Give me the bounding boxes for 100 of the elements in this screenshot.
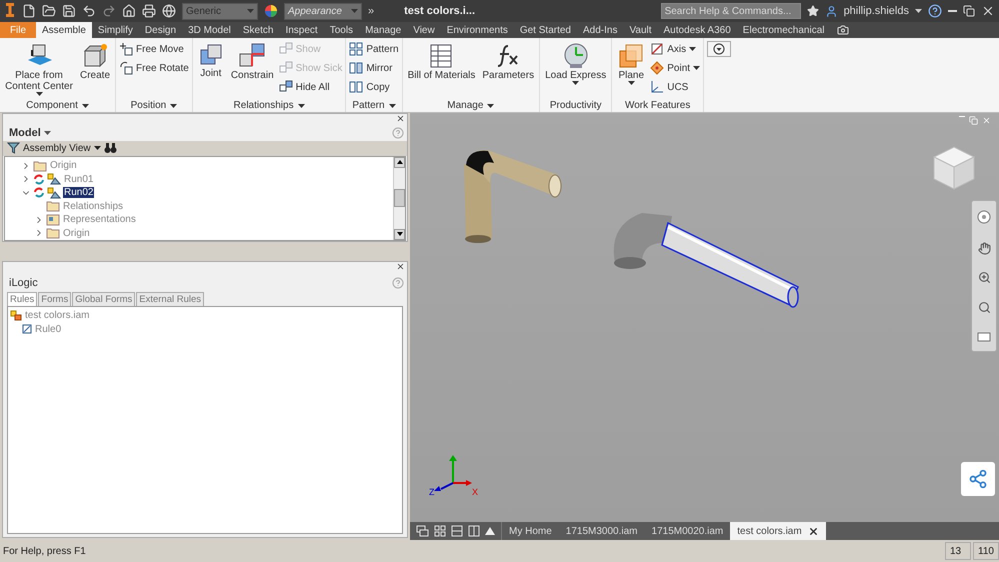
caret-icon xyxy=(36,92,42,96)
ribbon-tab[interactable]: Tools xyxy=(324,22,360,38)
ribbon-tab[interactable]: Vault xyxy=(623,22,658,38)
undo-icon xyxy=(82,4,96,18)
window-title: test colors.i... xyxy=(404,5,476,17)
rule-icon xyxy=(22,324,32,334)
ribbon-button[interactable]: UCS xyxy=(650,78,700,96)
restore-icon xyxy=(969,116,978,125)
cascade-icon xyxy=(416,525,429,537)
ribbon-button[interactable]: Free Move xyxy=(119,40,189,58)
mirror-icon xyxy=(349,61,364,75)
caret-icon xyxy=(628,81,635,85)
group-label[interactable]: Pattern xyxy=(349,99,399,112)
ribbon-tab[interactable]: Manage xyxy=(359,22,408,38)
ribbon-button[interactable]: Plane xyxy=(615,40,648,99)
tree-item[interactable]: Relationships xyxy=(62,200,124,212)
tree-item[interactable]: Run01 xyxy=(63,174,94,185)
ribbon-button[interactable]: Pattern xyxy=(349,40,399,58)
close-icon xyxy=(982,116,991,125)
document-tab[interactable]: test colors.iam xyxy=(730,522,826,540)
appearance-dropdown[interactable]: Appearance xyxy=(284,2,362,20)
connected-squares-icon xyxy=(278,61,293,75)
ribbon-button[interactable]: Joint xyxy=(196,40,226,99)
ribbon-button[interactable]: Bill of Materials xyxy=(406,40,478,99)
ribbon-tab[interactable]: Add-Ins xyxy=(576,22,624,38)
tree-item[interactable]: Run02 xyxy=(63,187,94,198)
ribbon-button[interactable]: Free Rotate xyxy=(119,59,189,77)
caret-icon xyxy=(247,9,254,13)
panel-tab[interactable]: External Rules xyxy=(136,292,204,306)
tile-icon xyxy=(434,525,446,537)
share-button[interactable] xyxy=(961,462,995,496)
ribbon-button[interactable]: Axis xyxy=(650,40,700,58)
user-icon xyxy=(824,4,838,18)
plane-icon xyxy=(617,42,646,70)
document-tab[interactable]: 1715M0020.iam xyxy=(644,522,730,540)
scroll-thumb[interactable] xyxy=(394,189,405,208)
color-wheel-icon xyxy=(264,4,278,18)
tree-item[interactable]: Representations xyxy=(62,214,137,226)
ribbon-button[interactable]: Load Express xyxy=(543,40,608,99)
ribbon-button[interactable]: Point xyxy=(650,59,700,77)
horizontal-split-icon xyxy=(451,525,463,537)
ribbon-tab[interactable]: Inspect xyxy=(279,22,324,38)
document-tab[interactable]: My Home xyxy=(502,522,559,540)
panel-tab[interactable]: Rules xyxy=(7,292,38,306)
panel-tab[interactable]: Forms xyxy=(38,292,72,306)
group-label[interactable]: Productivity xyxy=(543,99,608,112)
ribbon-tab[interactable]: 3D Model xyxy=(182,22,237,38)
overflow-button[interactable]: » xyxy=(368,5,374,17)
tree-item[interactable]: Rule0 xyxy=(34,324,62,335)
panel-title[interactable]: Model xyxy=(9,126,51,139)
status-cell: 13 xyxy=(945,542,971,560)
ribbon-tab[interactable]: View xyxy=(407,22,441,38)
open-folder-icon xyxy=(42,4,56,18)
document-tab[interactable]: 1715M3000.iam xyxy=(558,522,645,540)
scrollbar[interactable] xyxy=(393,156,405,240)
minimize-icon xyxy=(959,116,965,117)
down-arrow-icon xyxy=(396,232,402,236)
group-label[interactable]: Position xyxy=(119,99,189,112)
panel-tab[interactable]: Global Forms xyxy=(72,292,136,306)
user-name[interactable]: phillip.shields xyxy=(844,5,909,17)
ribbon-tab[interactable]: Get Started xyxy=(514,22,577,38)
close-icon[interactable] xyxy=(396,262,405,271)
tree-item[interactable]: Origin xyxy=(49,160,78,172)
ribbon-button[interactable]: Hide All xyxy=(278,78,342,96)
caret-icon xyxy=(572,81,580,85)
ribbon-tab[interactable]: Electromechanical xyxy=(736,22,831,38)
caret-icon xyxy=(915,9,922,13)
group-label[interactable]: Relationships xyxy=(196,99,342,112)
star-icon xyxy=(806,5,819,17)
assembly-icon xyxy=(47,186,61,199)
ribbon-button[interactable]: Place from Content Center xyxy=(3,40,75,99)
ribbon-tab[interactable]: Environments xyxy=(440,22,514,38)
ribbon-button[interactable]: Constrain xyxy=(228,40,276,99)
cube-icon xyxy=(81,42,109,70)
ribbon-button[interactable]: Parameters xyxy=(480,40,536,99)
status-message: For Help, press F1 xyxy=(3,546,86,556)
ribbon-button[interactable]: Copy xyxy=(349,78,399,96)
redo-icon xyxy=(102,4,116,18)
close-icon[interactable] xyxy=(808,526,819,536)
close-icon[interactable] xyxy=(396,114,405,123)
ribbon-button[interactable]: Mirror xyxy=(349,59,399,77)
search-field[interactable]: Search Help & Commands... xyxy=(660,3,801,19)
tree-item[interactable]: test colors.iam xyxy=(24,310,90,322)
group-label[interactable]: Component xyxy=(3,99,112,112)
ribbon-tab[interactable]: Design xyxy=(138,22,182,38)
ribbon-options-button[interactable] xyxy=(707,41,732,57)
up-triangle-icon xyxy=(485,527,495,535)
ribbon-tab[interactable]: Sketch xyxy=(236,22,280,38)
ribbon-tab[interactable]: Assemble xyxy=(36,22,92,38)
view-dropdown[interactable]: Assembly View xyxy=(23,142,91,154)
ribbon-tab[interactable]: Autodesk A360 xyxy=(658,22,737,38)
tree-item[interactable]: Origin xyxy=(62,228,91,239)
ribbon-button[interactable]: Create xyxy=(78,40,112,99)
panel-title: iLogic xyxy=(9,277,38,289)
help-icon xyxy=(928,4,942,18)
group-label[interactable]: Work Features xyxy=(615,99,700,112)
rotate-icon xyxy=(119,61,134,75)
ribbon-tab[interactable]: Simplify xyxy=(92,22,139,38)
group-label[interactable]: Manage xyxy=(406,99,536,112)
camera-icon xyxy=(836,24,849,36)
